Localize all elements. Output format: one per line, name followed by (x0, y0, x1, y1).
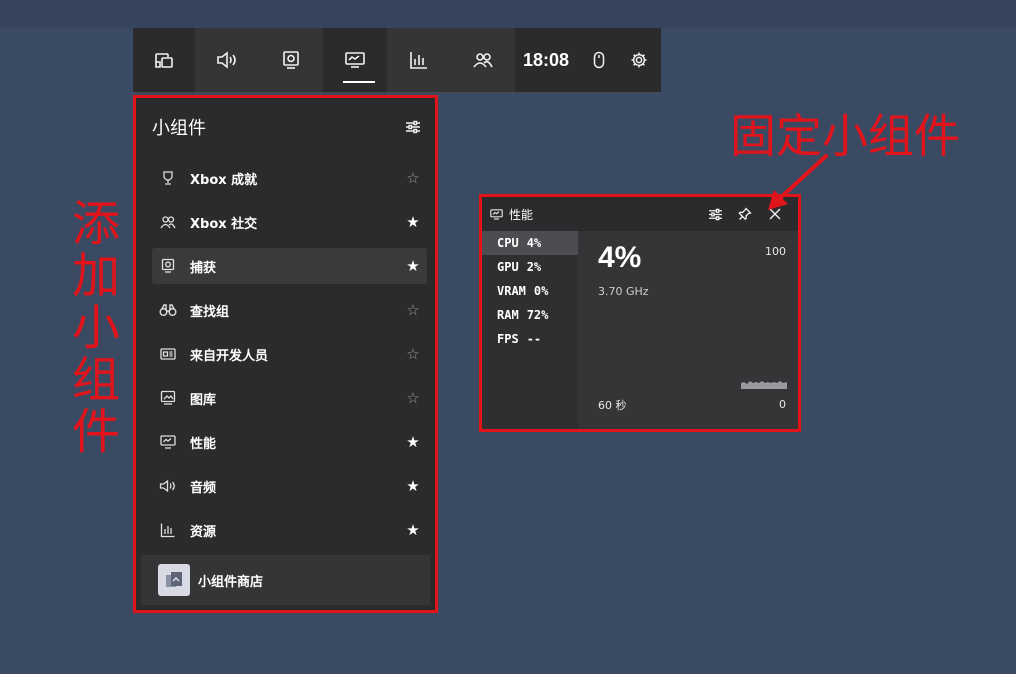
performance-widget-header[interactable]: 性能 (482, 197, 798, 231)
trophy-icon (152, 162, 184, 194)
gallery-icon (152, 382, 184, 414)
cpu-usage-value: 4% (598, 241, 642, 274)
audio-icon (216, 51, 238, 69)
metric-cpu[interactable]: CPU 4% (482, 231, 578, 255)
performance-icon (490, 208, 503, 220)
metric-vram[interactable]: VRAM 0% (482, 279, 578, 303)
favorite-star-icon[interactable]: ★ (399, 433, 427, 451)
performance-widget-title: 性能 (509, 207, 534, 222)
widget-store-button[interactable]: 小组件商店 (141, 555, 430, 605)
sliders-icon (406, 120, 420, 134)
resources-icon (152, 514, 184, 546)
binoculars-icon (152, 294, 184, 326)
widget-item-looking-for-group[interactable]: 查找组 ☆ (152, 292, 427, 328)
performance-icon (152, 426, 184, 458)
widget-item-xbox-achievements[interactable]: Xbox 成就 ☆ (152, 160, 427, 196)
widget-store-label: 小组件商店 (198, 574, 264, 590)
favorite-star-icon[interactable]: ★ (399, 477, 427, 495)
widget-item-xbox-social[interactable]: Xbox 社交 ★ (152, 204, 427, 240)
favorite-star-icon[interactable]: ☆ (399, 389, 427, 407)
favorite-star-icon[interactable]: ☆ (399, 345, 427, 363)
metric-gpu[interactable]: GPU 2% (482, 255, 578, 279)
audio-icon (152, 470, 184, 502)
annotation-arrow (768, 154, 828, 210)
widget-item-audio[interactable]: 音频 ★ (152, 468, 427, 504)
favorite-star-icon[interactable]: ☆ (399, 169, 427, 187)
performance-options-button[interactable] (700, 208, 730, 221)
widget-item-gallery[interactable]: 图库 ☆ (152, 380, 427, 416)
audio-button[interactable] (195, 28, 259, 92)
widget-item-capture[interactable]: 捕获 ★ (152, 248, 427, 284)
capture-icon (282, 50, 300, 70)
performance-widget-body: CPU 4% GPU 2% VRAM 0% RAM 72% FPS -- 4% 3.70 … (482, 231, 798, 429)
widget-item-label: 图库 (190, 392, 217, 408)
cpu-frequency: 3.70 GHz (598, 285, 649, 298)
xbox-social-button[interactable] (451, 28, 515, 92)
sliders-icon (708, 208, 722, 220)
widget-item-from-developers[interactable]: 来自开发人员 ☆ (152, 336, 427, 372)
performance-button[interactable] (323, 28, 387, 92)
widget-menu-button[interactable] (133, 28, 195, 92)
news-icon (152, 338, 184, 370)
gear-icon (630, 51, 648, 69)
settings-button[interactable] (619, 28, 659, 92)
performance-metric-list: CPU 4% GPU 2% VRAM 0% RAM 72% FPS -- (482, 231, 578, 429)
widget-item-label: 捕获 (190, 260, 217, 276)
widget-item-performance[interactable]: 性能 ★ (152, 424, 427, 460)
mouse-icon (593, 51, 605, 69)
cpu-usage-graph (741, 381, 787, 389)
widget-item-label: 来自开发人员 (190, 348, 269, 364)
widget-item-label: 资源 (190, 524, 217, 540)
widget-menu-icon (153, 50, 175, 70)
favorite-star-icon[interactable]: ★ (399, 213, 427, 231)
performance-widget: 性能 CPU 4% GPU 2% VRAM 0% RAM 72% FPS -- … (479, 194, 801, 432)
graph-time-window: 60 秒 (598, 399, 627, 412)
performance-icon (344, 51, 366, 69)
annotation-char: 件 (71, 404, 120, 460)
favorite-star-icon[interactable]: ★ (399, 521, 427, 539)
widget-menu-title: 小组件 (152, 118, 206, 139)
desktop-top-strip (0, 0, 1016, 28)
widget-item-resources[interactable]: 资源 ★ (152, 512, 427, 548)
widget-item-label: 查找组 (190, 304, 230, 320)
annotation-add-widget: 添加小组件 (68, 198, 124, 458)
annotation-char: 添 (71, 196, 120, 252)
widget-item-label: 性能 (190, 436, 217, 452)
widget-menu-panel: 小组件 Xbox 成就 ☆ Xbox 社交 ★ 捕获 ★ 查找组 ☆ 来自开发人… (133, 95, 438, 613)
annotation-char: 小 (71, 300, 120, 356)
game-bar: 18:08 (133, 28, 661, 93)
clock: 18:08 (523, 49, 570, 70)
widget-item-label: 音频 (190, 480, 217, 496)
graph-min-label: 0 (779, 398, 786, 411)
capture-button[interactable] (259, 28, 323, 92)
widget-settings-button[interactable] (405, 120, 421, 134)
metric-fps[interactable]: FPS -- (482, 327, 578, 351)
resources-button[interactable] (387, 28, 451, 92)
pin-widget-button[interactable] (730, 207, 760, 221)
annotation-char: 组 (71, 352, 120, 408)
favorite-star-icon[interactable]: ☆ (399, 301, 427, 319)
widget-store-icon (158, 564, 190, 596)
widget-item-label: Xbox 成就 (190, 172, 258, 188)
people-icon (152, 206, 184, 238)
metric-ram[interactable]: RAM 72% (482, 303, 578, 327)
widget-item-label: Xbox 社交 (190, 216, 258, 232)
resources-icon (409, 50, 429, 70)
favorite-star-icon[interactable]: ★ (399, 257, 427, 275)
mouse-button[interactable] (579, 28, 619, 92)
xbox-social-icon (472, 51, 494, 69)
pin-icon (738, 207, 752, 221)
annotation-char: 加 (71, 248, 120, 304)
capture-icon (152, 250, 184, 282)
graph-max-label: 100 (765, 245, 786, 258)
